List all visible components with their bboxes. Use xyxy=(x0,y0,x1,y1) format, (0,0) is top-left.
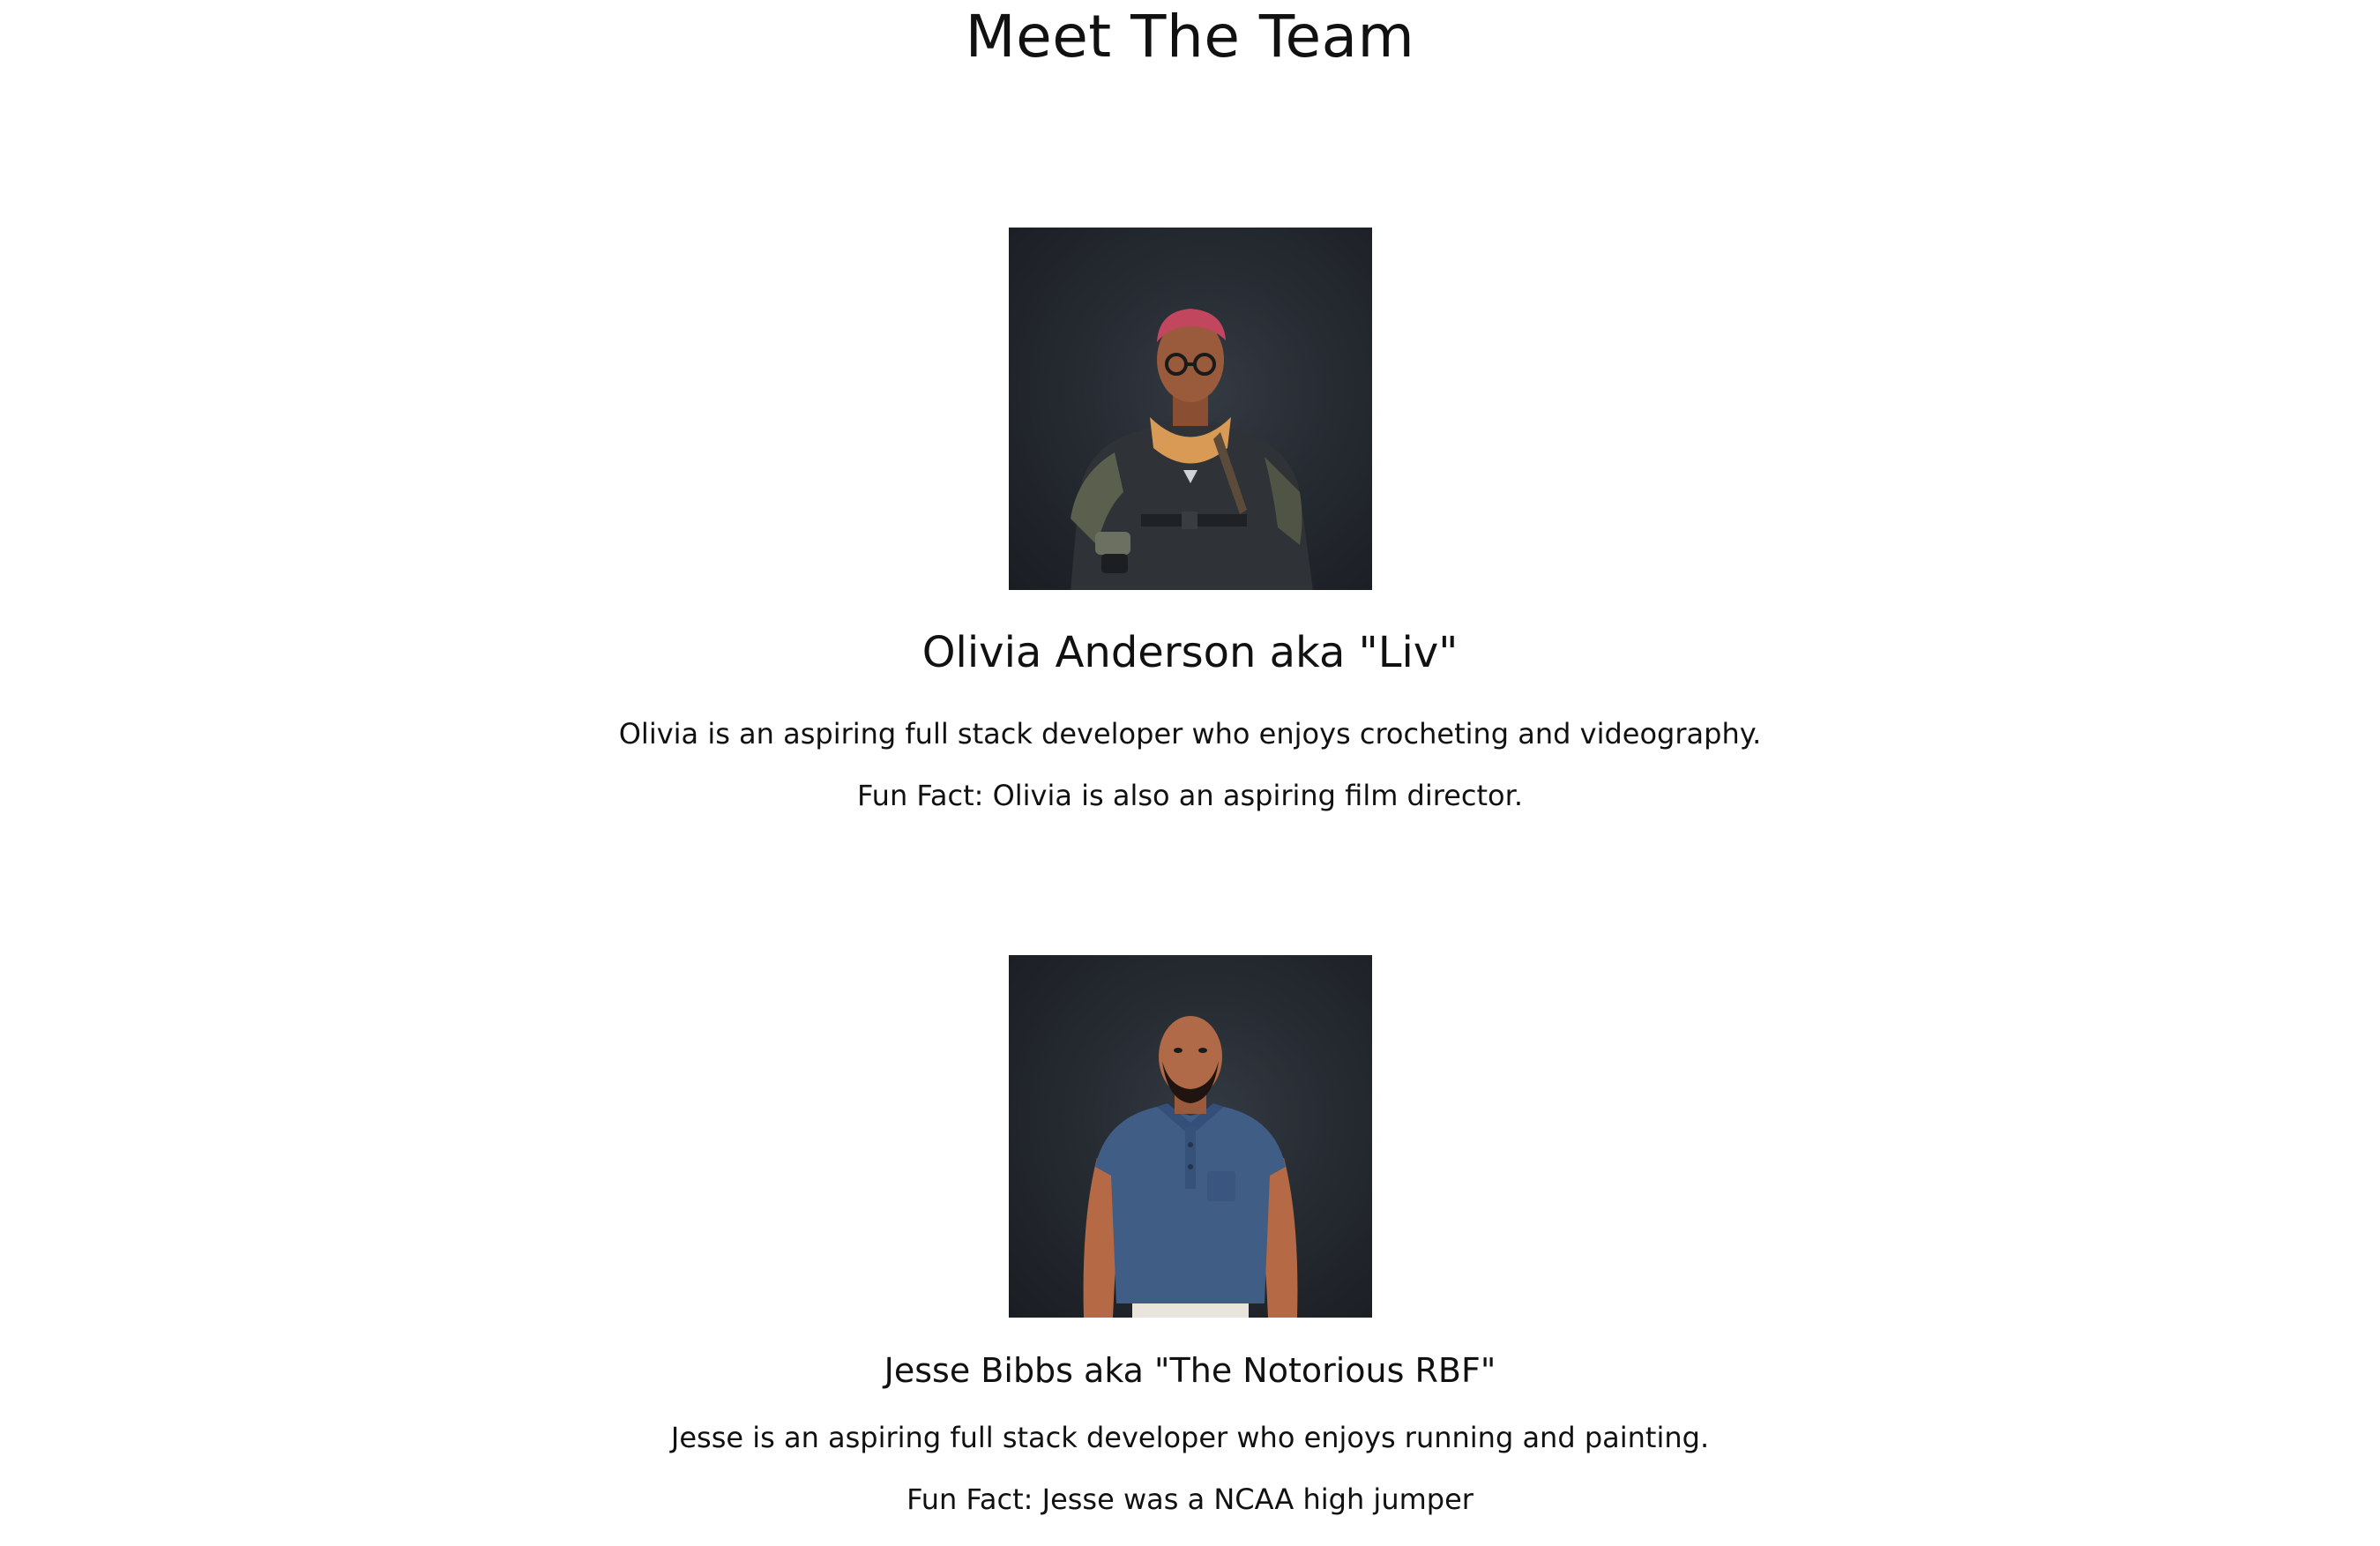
member-avatar-olivia xyxy=(1008,228,1372,590)
member-avatar-jesse xyxy=(1008,955,1372,1318)
avatar-3d-woman-icon xyxy=(1070,309,1313,590)
member-fun-fact: Fun Fact: Jesse was a NCAA high jumper xyxy=(906,1483,1474,1516)
member-name: Olivia Anderson aka "Liv" xyxy=(921,628,1459,677)
page-title: Meet The Team xyxy=(965,3,1415,71)
team-member-card: Olivia Anderson aka "Liv" Olivia is an a… xyxy=(0,228,2380,813)
team-member-card: Jesse Bibbs aka "The Notorious RBF" Jess… xyxy=(0,955,2380,1517)
member-fun-fact: Fun Fact: Olivia is also an aspiring fil… xyxy=(857,779,1523,812)
member-description: Olivia is an aspiring full stack develop… xyxy=(618,717,1762,751)
member-name: Jesse Bibbs aka "The Notorious RBF" xyxy=(884,1351,1496,1390)
member-description: Jesse is an aspiring full stack develope… xyxy=(670,1421,1710,1454)
avatar-3d-man-icon xyxy=(1083,1016,1297,1318)
